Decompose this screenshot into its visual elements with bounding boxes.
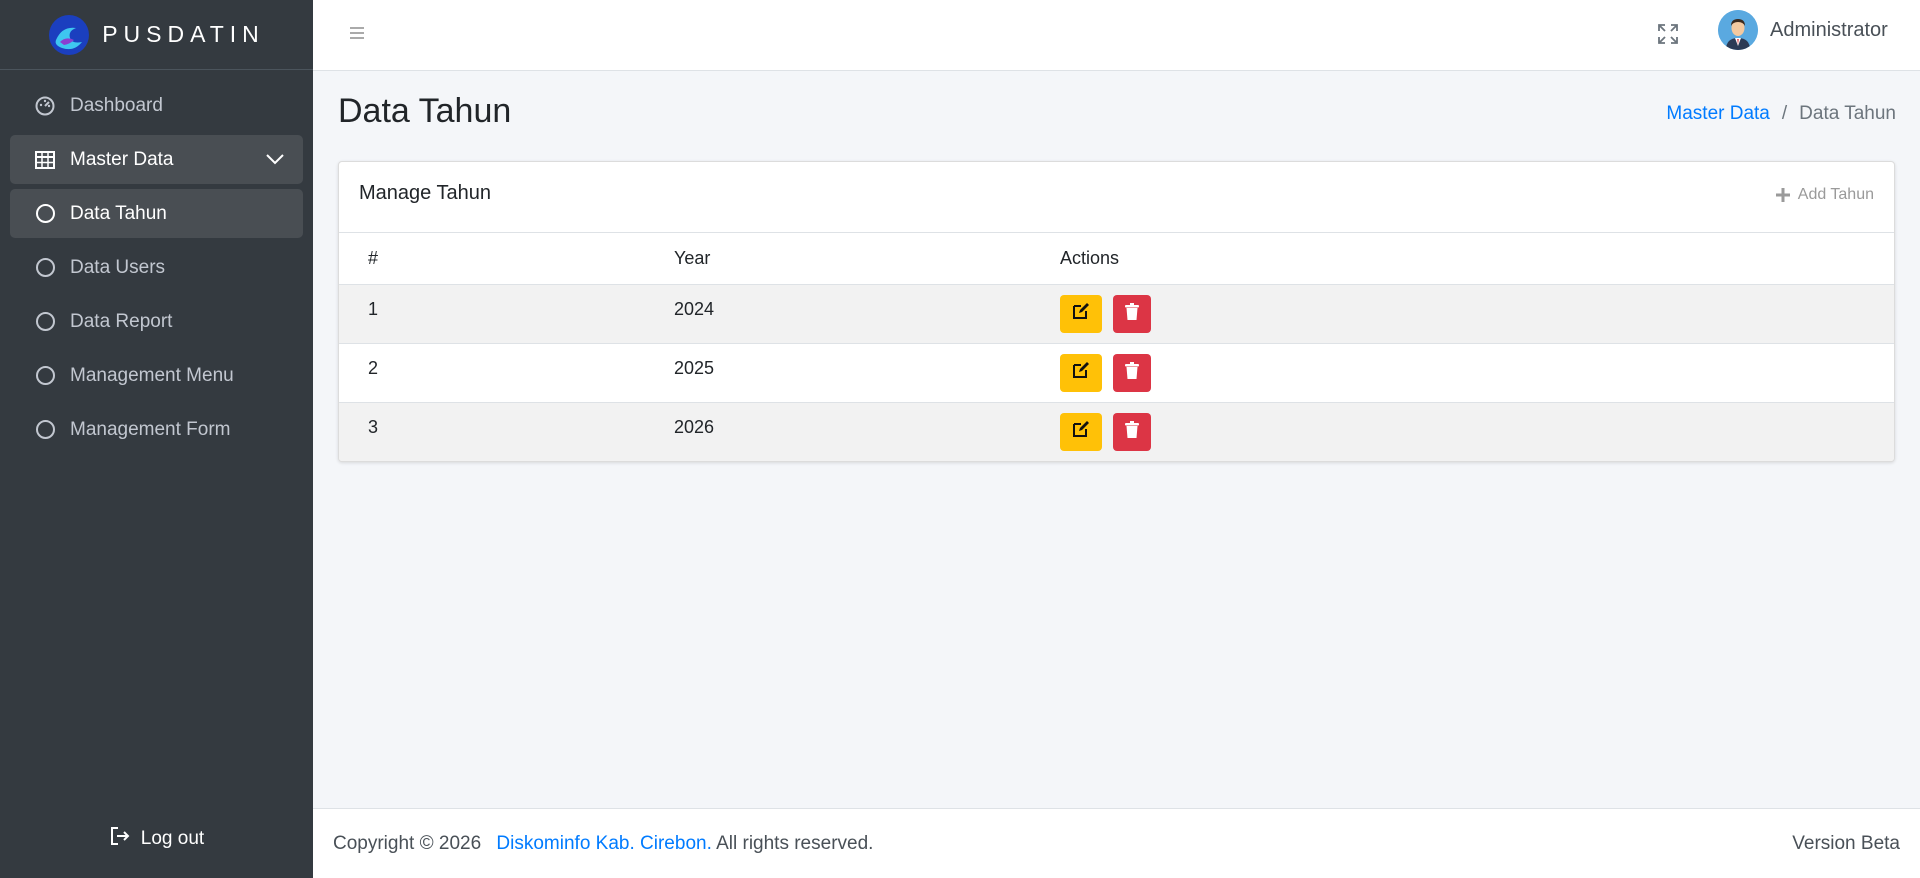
table-icon — [34, 149, 56, 171]
card-title: Manage Tahun — [359, 182, 491, 204]
page-title: Data Tahun — [338, 92, 512, 130]
edit-icon — [1072, 420, 1090, 443]
footer-copyright: Copyright © 2026 Diskominfo Kab. Cirebon… — [333, 833, 873, 855]
sidebar-item-management-form[interactable]: Management Form — [10, 405, 303, 454]
logout-label: Log out — [140, 828, 205, 849]
edit-button[interactable] — [1060, 353, 1102, 392]
sidebar-item-label: Management Menu — [70, 364, 234, 386]
circle-icon — [34, 257, 56, 279]
sidebar-item-label: Data Report — [70, 310, 173, 332]
row-actions — [1031, 343, 1894, 403]
top-navbar: Administrator — [313, 0, 1920, 71]
sidebar: PUSDATIN Dashboard Master Data Data Tahu… — [0, 0, 313, 878]
trash-icon — [1125, 302, 1139, 325]
trash-icon — [1125, 361, 1139, 384]
tahun-table: # Year Actions 1 2024 2 2025 3 2026 — [339, 233, 1894, 461]
sidebar-item-data-users[interactable]: Data Users — [10, 243, 303, 292]
edit-button[interactable] — [1060, 412, 1102, 451]
edit-icon — [1072, 302, 1090, 325]
rights-text: All rights reserved. — [716, 833, 874, 854]
row-year: 2024 — [645, 284, 1031, 344]
fullscreen-icon[interactable] — [1656, 22, 1680, 46]
row-actions — [1031, 284, 1894, 344]
manage-tahun-card: Manage Tahun Add Tahun # Year Actions 1 … — [338, 161, 1895, 462]
logout-button[interactable]: Log out — [0, 826, 313, 852]
circle-icon — [34, 419, 56, 441]
brand-logo-icon — [48, 14, 90, 56]
avatar — [1718, 10, 1758, 50]
copyright-text: Copyright © 2026 — [333, 833, 482, 854]
breadcrumb-link-master-data[interactable]: Master Data — [1666, 103, 1769, 125]
circle-icon — [34, 365, 56, 387]
hamburger-menu-icon[interactable] — [349, 24, 365, 47]
row-number: 2 — [339, 343, 645, 403]
sidebar-item-master-data[interactable]: Master Data — [10, 135, 303, 184]
circle-icon — [34, 203, 56, 225]
delete-button[interactable] — [1113, 294, 1151, 333]
sign-out-icon — [109, 826, 131, 852]
card-header: Manage Tahun Add Tahun — [339, 162, 1894, 233]
delete-button[interactable] — [1113, 412, 1151, 451]
footer-org-link[interactable]: Diskominfo Kab. Cirebon. — [496, 833, 711, 854]
row-year: 2025 — [645, 343, 1031, 403]
breadcrumb: Master Data / Data Tahun — [1666, 103, 1896, 125]
trash-icon — [1125, 420, 1139, 443]
breadcrumb-current: Data Tahun — [1799, 103, 1896, 124]
column-header-actions: Actions — [1031, 233, 1894, 285]
sidebar-item-management-menu[interactable]: Management Menu — [10, 351, 303, 400]
edit-button[interactable] — [1060, 294, 1102, 333]
user-menu[interactable]: Administrator — [1718, 10, 1888, 50]
table-row: 2 2025 — [339, 343, 1894, 403]
sidebar-item-label: Data Tahun — [70, 202, 167, 224]
row-number: 3 — [339, 402, 645, 461]
sidebar-item-dashboard[interactable]: Dashboard — [10, 81, 303, 130]
delete-button[interactable] — [1113, 353, 1151, 392]
sidebar-item-label: Management Form — [70, 418, 231, 440]
sidebar-nav: Dashboard Master Data Data Tahun Data Us… — [0, 81, 313, 454]
column-header-number[interactable]: # — [339, 233, 645, 285]
column-header-year[interactable]: Year — [645, 233, 1031, 285]
circle-icon — [34, 311, 56, 333]
row-actions — [1031, 402, 1894, 461]
table-header-row: # Year Actions — [339, 233, 1894, 285]
user-name: Administrator — [1770, 18, 1888, 41]
plus-icon — [1775, 187, 1791, 204]
add-tahun-label: Add Tahun — [1797, 186, 1874, 203]
table-row: 3 2026 — [339, 402, 1894, 461]
sidebar-item-label: Master Data — [70, 148, 174, 170]
sidebar-item-label: Data Users — [70, 256, 166, 278]
version-text: Version Beta — [1792, 833, 1900, 854]
table-row: 1 2024 — [339, 284, 1894, 344]
row-year: 2026 — [645, 402, 1031, 461]
row-number: 1 — [339, 284, 645, 344]
sidebar-item-data-report[interactable]: Data Report — [10, 297, 303, 346]
chevron-down-icon — [265, 149, 285, 175]
footer: Copyright © 2026 Diskominfo Kab. Cirebon… — [313, 808, 1920, 878]
tachometer-icon — [34, 95, 56, 117]
brand[interactable]: PUSDATIN — [0, 0, 313, 70]
sidebar-item-data-tahun[interactable]: Data Tahun — [10, 189, 303, 238]
brand-name: PUSDATIN — [102, 21, 265, 47]
breadcrumb-separator: / — [1781, 103, 1788, 124]
add-tahun-button[interactable]: Add Tahun — [1775, 186, 1874, 204]
sidebar-item-label: Dashboard — [70, 94, 163, 116]
edit-icon — [1072, 361, 1090, 384]
